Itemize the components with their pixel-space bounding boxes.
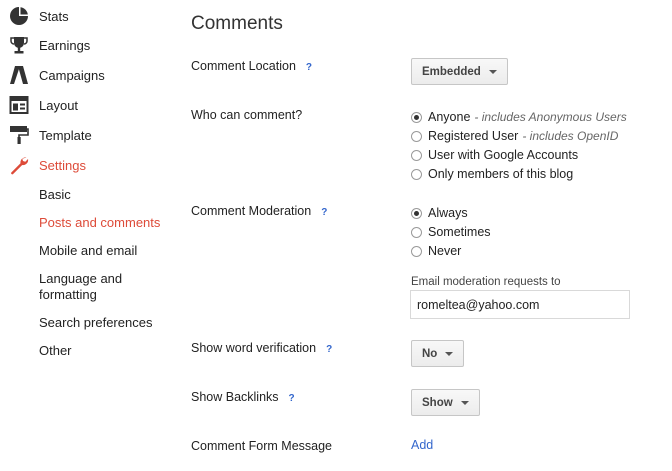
comment-moderation-label: Comment Moderation? xyxy=(191,204,327,218)
radio-label: Always xyxy=(428,206,468,220)
radio-label: Only members of this blog xyxy=(428,167,574,181)
email-moderation-input[interactable] xyxy=(410,290,630,319)
sidebar-item-label: Earnings xyxy=(39,37,91,53)
sidebar-item-campaigns[interactable]: Campaigns xyxy=(8,63,178,87)
pie-chart-icon xyxy=(8,5,30,27)
trophy-icon xyxy=(8,34,30,56)
radio-blog-members[interactable]: Only members of this blog xyxy=(411,165,573,183)
page-title: Comments xyxy=(191,13,283,34)
radio-moderation-sometimes[interactable]: Sometimes xyxy=(411,223,491,241)
radio-label: Never xyxy=(428,244,462,258)
sidebar-item-layout[interactable]: Layout xyxy=(8,93,178,117)
sidebar-item-label: Layout xyxy=(39,97,79,113)
wrench-icon xyxy=(8,154,30,176)
settings-subitem-mobile-and-email[interactable]: Mobile and email xyxy=(39,243,174,259)
layout-icon xyxy=(8,94,30,116)
comment-form-message-label: Comment Form Message xyxy=(191,439,333,453)
backlinks-label: Show Backlinks? xyxy=(191,390,295,404)
who-can-comment-label: Who can comment? xyxy=(191,108,303,122)
radio-button[interactable] xyxy=(411,207,422,219)
sidebar-item-label: Stats xyxy=(39,8,69,24)
dropdown-value: No xyxy=(422,347,438,360)
sidebar-item-earnings[interactable]: Earnings xyxy=(8,33,178,57)
dropdown-value: Show xyxy=(422,396,453,409)
email-moderation-label: Email moderation requests to xyxy=(411,276,561,288)
radio-moderation-never[interactable]: Never xyxy=(411,242,461,260)
field-label-text: Comment Location xyxy=(191,59,296,73)
add-comment-form-message-link[interactable]: Add xyxy=(411,438,433,452)
field-label-text: Show word verification xyxy=(191,341,317,355)
radio-button[interactable] xyxy=(411,168,422,180)
radio-button[interactable] xyxy=(411,245,422,257)
word-verification-dropdown[interactable]: No xyxy=(411,340,465,367)
radio-label: Anyone xyxy=(428,110,471,124)
backlinks-dropdown[interactable]: Show xyxy=(411,389,480,416)
help-icon[interactable]: ? xyxy=(321,207,327,218)
field-label-text: Show Backlinks xyxy=(191,390,279,404)
radio-note: - includes Anonymous Users xyxy=(474,110,627,124)
radio-anyone[interactable]: Anyone - includes Anonymous Users xyxy=(411,108,627,126)
sidebar-item-label: Settings xyxy=(39,157,86,173)
radio-label: User with Google Accounts xyxy=(428,148,579,162)
settings-subitem-posts-and-comments[interactable]: Posts and comments xyxy=(39,215,174,231)
help-icon[interactable]: ? xyxy=(326,344,332,355)
settings-subitem-language-and-formatting[interactable]: Language and formatting xyxy=(39,271,174,303)
chevron-down-icon xyxy=(445,351,454,356)
comment-location-dropdown[interactable]: Embedded xyxy=(411,58,508,85)
radio-button[interactable] xyxy=(411,226,422,238)
sidebar-item-label: Campaigns xyxy=(39,67,105,83)
radio-button[interactable] xyxy=(411,149,422,161)
sidebar: Stats Earnings Campaigns Layout Template… xyxy=(0,0,180,471)
help-icon[interactable]: ? xyxy=(306,62,312,73)
paint-roller-icon xyxy=(8,124,30,146)
sidebar-item-template[interactable]: Template xyxy=(8,123,178,147)
comment-location-label: Comment Location? xyxy=(191,59,312,73)
radio-google-accounts[interactable]: User with Google Accounts xyxy=(411,146,578,164)
settings-subitem-other[interactable]: Other xyxy=(39,343,174,359)
radio-moderation-always[interactable]: Always xyxy=(411,204,468,222)
radio-button[interactable] xyxy=(411,111,422,123)
help-icon[interactable]: ? xyxy=(289,393,295,404)
field-label-text: Comment Moderation xyxy=(191,204,312,218)
settings-subitem-basic[interactable]: Basic xyxy=(39,187,174,203)
radio-button[interactable] xyxy=(411,130,422,142)
radio-label: Sometimes xyxy=(428,225,491,239)
settings-subitem-search-preferences[interactable]: Search preferences xyxy=(39,315,174,331)
chevron-down-icon xyxy=(488,69,497,74)
adwords-icon xyxy=(8,64,30,86)
sidebar-item-settings[interactable]: Settings xyxy=(8,153,178,177)
radio-registered-user[interactable]: Registered User - includes OpenID xyxy=(411,127,618,145)
dropdown-value: Embedded xyxy=(422,65,481,78)
radio-label: Registered User xyxy=(428,129,519,143)
radio-note: - includes OpenID xyxy=(522,129,619,143)
sidebar-item-stats[interactable]: Stats xyxy=(8,4,178,28)
chevron-down-icon xyxy=(460,400,469,405)
sidebar-item-label: Template xyxy=(39,127,92,143)
word-verification-label: Show word verification? xyxy=(191,341,332,355)
